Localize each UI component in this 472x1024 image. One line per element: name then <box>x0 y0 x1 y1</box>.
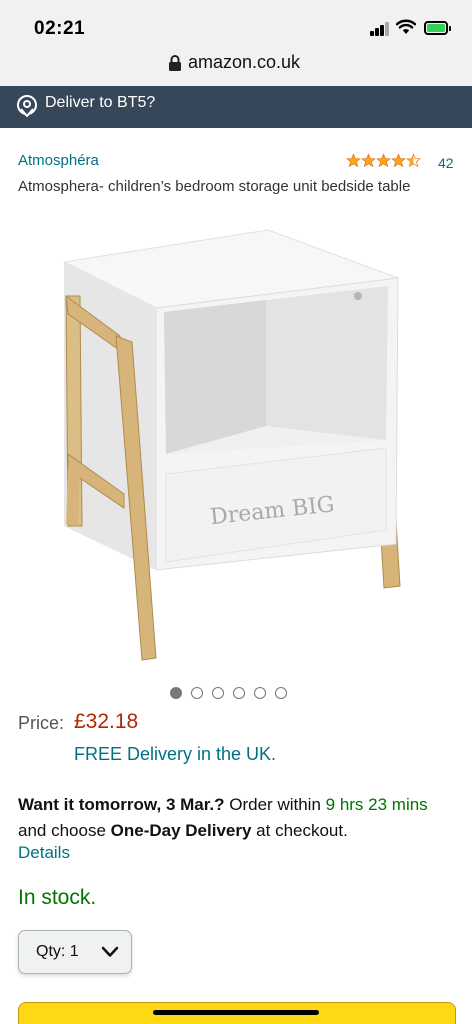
price-value: £32.18 <box>74 710 139 733</box>
delivery-suffix: at checkout. <box>256 821 348 840</box>
brand-link[interactable]: Atmosphéra <box>18 152 99 169</box>
quantity-select[interactable]: Qty: 1 <box>18 930 132 974</box>
star-icon <box>346 153 361 168</box>
price-label: Price: <box>18 713 65 733</box>
location-pin-icon <box>17 95 37 117</box>
chevron-down-icon <box>101 946 119 957</box>
half-star-icon <box>406 153 421 168</box>
lock-icon <box>169 55 181 71</box>
home-indicator <box>153 1010 319 1015</box>
browser-url-bar[interactable]: amazon.co.uk <box>0 44 472 86</box>
star-icon <box>361 153 376 168</box>
status-bar: 02:21 <box>0 0 472 44</box>
stock-status: In stock. <box>18 886 97 909</box>
choose-prefix: and choose <box>18 821 106 840</box>
deliver-to-bar[interactable]: Deliver to BT5? <box>0 86 472 128</box>
order-within-prefix: Order within <box>229 795 321 814</box>
free-delivery-link[interactable]: FREE Delivery in the UK. <box>74 744 276 765</box>
carousel-dot[interactable] <box>170 687 182 699</box>
star-icon <box>391 153 406 168</box>
delivery-option: One-Day Delivery <box>110 821 252 840</box>
rating-stars[interactable] <box>346 153 421 169</box>
signal-icon <box>370 22 390 36</box>
carousel-dot[interactable] <box>212 687 224 699</box>
url-text[interactable]: amazon.co.uk <box>188 52 300 73</box>
delivery-headline: Want it tomorrow, 3 Mar.? <box>18 795 225 814</box>
status-time: 02:21 <box>34 18 86 39</box>
rating-count-link[interactable]: 42 <box>438 155 454 171</box>
star-icon <box>376 153 391 168</box>
order-within-time: 9 hrs 23 mins <box>325 795 428 814</box>
product-image[interactable]: Dream BIG <box>60 226 410 666</box>
carousel-dot[interactable] <box>191 687 203 699</box>
wifi-icon <box>396 19 416 34</box>
product-title: Atmosphera- children’s bedroom storage u… <box>18 178 411 195</box>
image-carousel-dots[interactable] <box>170 687 287 699</box>
quantity-label: Qty: 1 <box>36 943 79 960</box>
carousel-dot[interactable] <box>254 687 266 699</box>
carousel-dot[interactable] <box>233 687 245 699</box>
carousel-dot[interactable] <box>275 687 287 699</box>
battery-charging-icon <box>424 21 451 35</box>
deliver-to-text[interactable]: Deliver to BT5? <box>45 94 155 112</box>
delivery-message: Want it tomorrow, 3 Mar.? Order within 9… <box>18 792 458 844</box>
details-link[interactable]: Details <box>18 843 70 863</box>
